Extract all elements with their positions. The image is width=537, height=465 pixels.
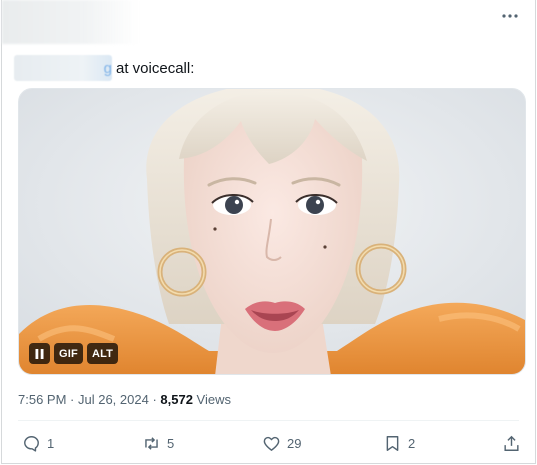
meta-separator: · — [148, 392, 161, 407]
views-label: Views — [192, 392, 231, 407]
meta-separator: · — [66, 392, 78, 407]
like-button[interactable]: 29 — [262, 434, 301, 453]
more-horizontal-icon — [502, 14, 518, 18]
tweet-text: g at voicecall: — [14, 54, 194, 82]
gif-frame-image — [19, 89, 525, 374]
redacted-mention-link[interactable]: g — [14, 55, 112, 81]
heart-icon — [263, 436, 280, 451]
tweet-card: g at voicecall: GIF ALT 7:56 PM · Jul 26… — [1, 0, 536, 464]
tweet-date[interactable]: Jul 26, 2024 — [78, 392, 149, 407]
divider — [18, 420, 519, 421]
more-options-button[interactable] — [499, 6, 521, 26]
pause-button[interactable] — [29, 343, 50, 364]
gif-media[interactable]: GIF ALT — [18, 88, 526, 375]
tweet-time[interactable]: 7:56 PM — [18, 392, 66, 407]
reply-button[interactable]: 1 — [22, 434, 54, 453]
bookmark-icon — [386, 436, 399, 451]
repost-icon — [145, 437, 158, 450]
reply-count: 1 — [47, 436, 55, 451]
bookmark-button[interactable]: 2 — [383, 434, 415, 453]
media-badges: GIF ALT — [29, 343, 119, 364]
views-count[interactable]: 8,572 — [160, 392, 193, 407]
tweet-text-content: at voicecall: — [116, 59, 195, 77]
bookmark-count: 2 — [408, 436, 416, 451]
repost-button[interactable]: 5 — [142, 434, 174, 453]
share-button[interactable] — [502, 434, 521, 453]
alt-text-button[interactable]: ALT — [86, 343, 119, 364]
redacted-author-header — [2, 0, 140, 44]
gif-badge: GIF — [54, 343, 83, 364]
reply-icon — [24, 436, 39, 452]
pause-icon — [35, 348, 44, 359]
like-count: 29 — [287, 436, 302, 451]
mention-visible-tail: g — [103, 60, 112, 77]
tweet-metadata: 7:56 PM · Jul 26, 2024 · 8,572 Views — [18, 392, 231, 407]
share-icon — [504, 435, 519, 451]
repost-count: 5 — [167, 436, 175, 451]
tweet-actions-bar: 1 5 29 2 — [2, 434, 537, 460]
